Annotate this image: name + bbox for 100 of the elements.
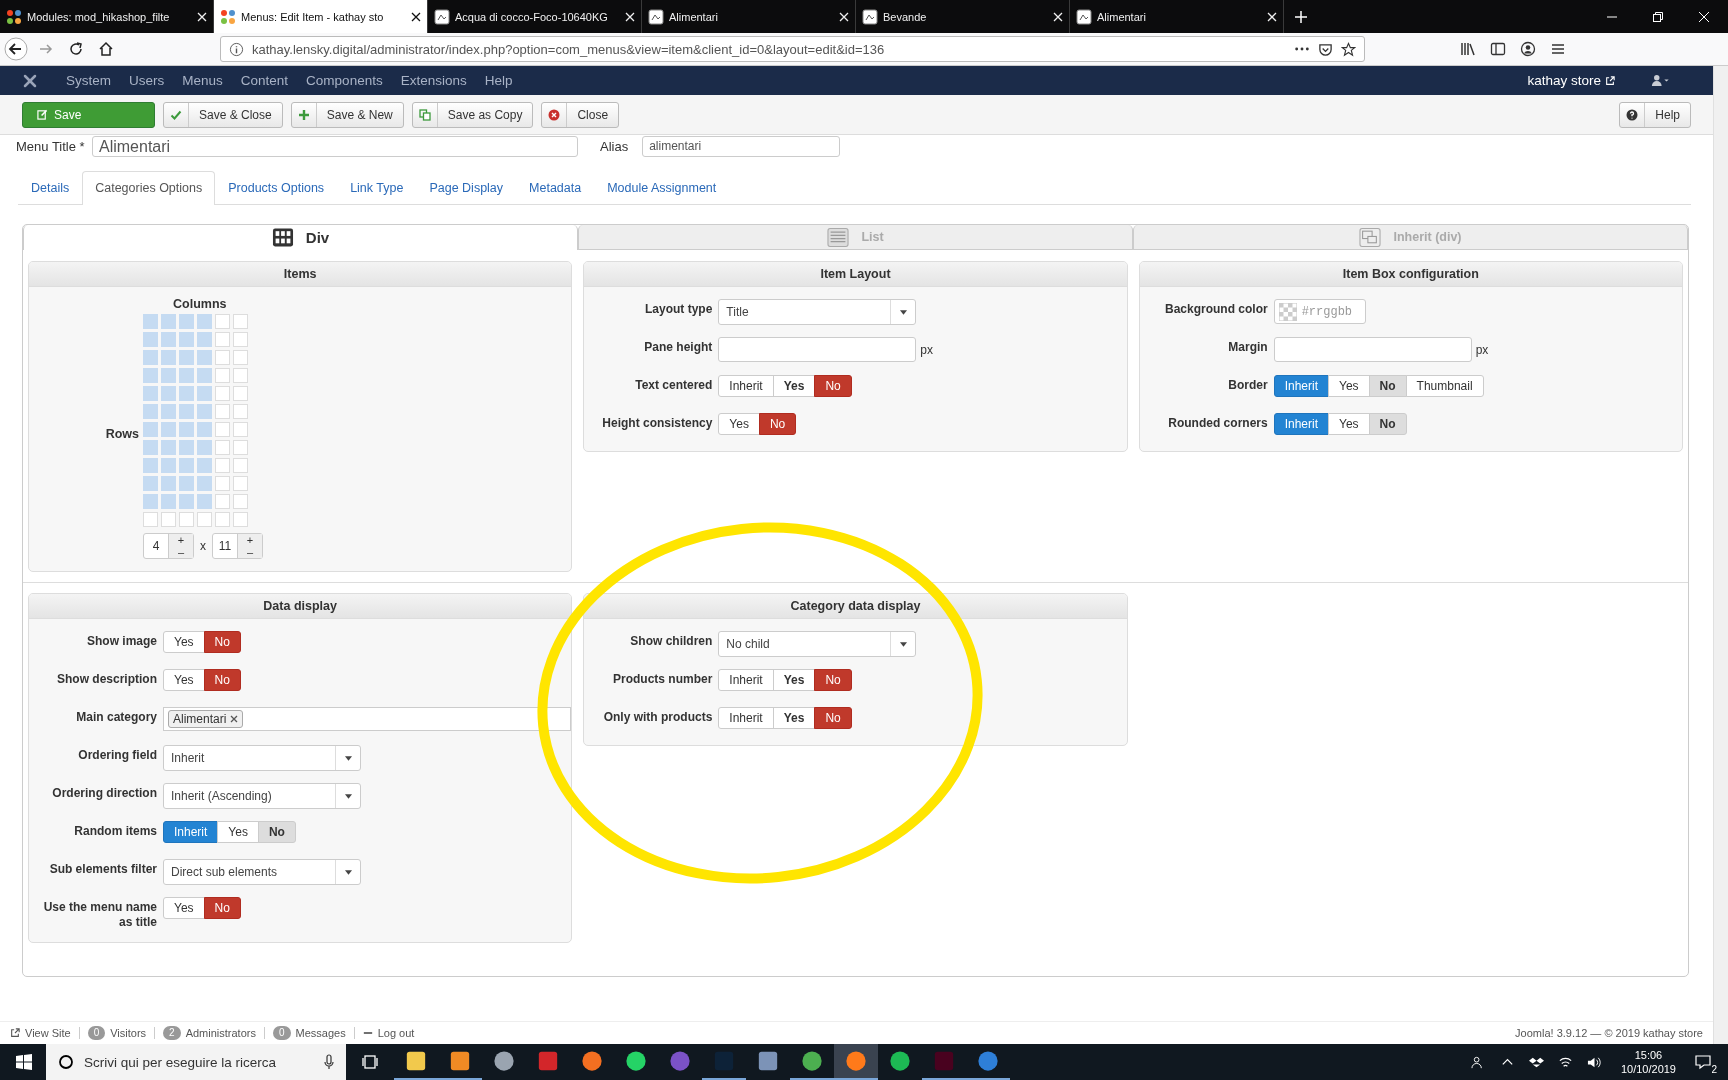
- toggle-option[interactable]: No: [814, 707, 852, 729]
- toggle-option[interactable]: No: [203, 669, 241, 691]
- tab[interactable]: Details: [18, 171, 83, 204]
- grid-cell[interactable]: [233, 386, 248, 401]
- admin-menu-item[interactable]: Components: [306, 73, 383, 88]
- grid-cell[interactable]: [143, 422, 158, 437]
- grid-cell[interactable]: [179, 314, 194, 329]
- grid-cell[interactable]: [143, 314, 158, 329]
- more-icon[interactable]: [1294, 46, 1310, 52]
- toggle-option[interactable]: Inherit: [718, 707, 774, 729]
- toolbar-button[interactable]: Close: [541, 101, 620, 128]
- grid-cell[interactable]: [161, 458, 176, 473]
- microphone-icon[interactable]: [324, 1054, 334, 1070]
- grid-cell[interactable]: [161, 512, 176, 527]
- grid-cell[interactable]: [179, 350, 194, 365]
- toggle-option[interactable]: No: [1368, 413, 1407, 435]
- select-field[interactable]: Inherit: [163, 745, 361, 771]
- grid-cell[interactable]: [179, 440, 194, 455]
- toggle-option[interactable]: Yes: [163, 669, 205, 691]
- admin-menu-item[interactable]: Help: [484, 73, 513, 88]
- grid-cell[interactable]: [161, 476, 176, 491]
- grid-cell[interactable]: [161, 350, 176, 365]
- select-field[interactable]: No child: [718, 631, 917, 657]
- grid-cell[interactable]: [143, 350, 158, 365]
- menu-title-field[interactable]: Alimentari: [92, 136, 578, 157]
- toggle-option[interactable]: Inherit: [1273, 375, 1329, 397]
- toggle-option[interactable]: Inherit: [1273, 413, 1329, 435]
- restore-icon[interactable]: [1652, 10, 1664, 23]
- grid-cell[interactable]: [143, 368, 158, 383]
- clock-time[interactable]: 15:06: [1634, 1048, 1663, 1062]
- grid-cell[interactable]: [179, 386, 194, 401]
- grid-cell[interactable]: [179, 458, 194, 473]
- status-link[interactable]: Visitors: [110, 1027, 147, 1039]
- toggle-option[interactable]: Yes: [1328, 375, 1370, 397]
- new-tab-icon[interactable]: [1294, 9, 1308, 24]
- grid-cell[interactable]: [179, 512, 194, 527]
- tab[interactable]: Categories Options: [82, 171, 216, 205]
- notification-button[interactable]: 2: [1688, 1047, 1718, 1077]
- grid-cell[interactable]: [197, 350, 212, 365]
- grid-cell[interactable]: [161, 440, 176, 455]
- windows-logo-icon[interactable]: [16, 1054, 32, 1070]
- grid-cell[interactable]: [233, 476, 248, 491]
- grid-cell[interactable]: [143, 386, 158, 401]
- tab[interactable]: Metadata: [516, 171, 595, 204]
- address-bar[interactable]: kathay.lensky.digital/administrator/index.php?option=com_menus&view=item&client_id=0&layout=edit&id=136: [220, 36, 1365, 62]
- layout-tab[interactable]: Div: [23, 225, 578, 250]
- toggle-option[interactable]: No: [203, 897, 241, 919]
- task-view-icon[interactable]: [362, 1054, 378, 1070]
- grid-cell[interactable]: [179, 368, 194, 383]
- status-link[interactable]: Administrators: [185, 1027, 256, 1039]
- grid-cell[interactable]: [197, 458, 212, 473]
- tab[interactable]: Module Assignment: [594, 171, 730, 204]
- toggle-option[interactable]: Yes: [718, 413, 760, 435]
- toggle-option[interactable]: No: [203, 631, 241, 653]
- text-input[interactable]: [718, 337, 917, 362]
- toggle-option[interactable]: Inherit: [718, 669, 774, 691]
- toggle-option[interactable]: Yes: [1328, 413, 1370, 435]
- remove-icon[interactable]: [230, 715, 239, 723]
- home-icon[interactable]: [98, 41, 114, 57]
- toggle-option[interactable]: Inherit: [718, 375, 774, 397]
- grid-cell[interactable]: [161, 314, 176, 329]
- status-link[interactable]: View Site: [25, 1027, 71, 1039]
- grid-cell[interactable]: [197, 314, 212, 329]
- grid-cell[interactable]: [233, 440, 248, 455]
- grid-cell[interactable]: [197, 368, 212, 383]
- tag[interactable]: Alimentari: [168, 710, 244, 728]
- toggle-option[interactable]: Yes: [772, 375, 816, 397]
- grid-cell[interactable]: [233, 368, 248, 383]
- grid-cell[interactable]: [233, 314, 248, 329]
- admin-menu-item[interactable]: System: [66, 73, 111, 88]
- admin-menu-item[interactable]: Extensions: [400, 73, 467, 88]
- grid-cell[interactable]: [233, 332, 248, 347]
- grid-cell[interactable]: [161, 386, 176, 401]
- joomla-logo-icon[interactable]: [22, 72, 38, 89]
- toolbar-button[interactable]: Save & Close: [163, 101, 283, 128]
- grid-cell[interactable]: [179, 476, 194, 491]
- star-icon[interactable]: [1341, 41, 1356, 57]
- grid-cell[interactable]: [233, 494, 248, 509]
- grid-cell[interactable]: [233, 404, 248, 419]
- toggle-option[interactable]: No: [814, 669, 852, 691]
- pocket-icon[interactable]: [1318, 41, 1333, 57]
- info-icon[interactable]: [229, 41, 244, 57]
- grid-cell[interactable]: [197, 476, 212, 491]
- grid-cell[interactable]: [197, 332, 212, 347]
- grid-cell[interactable]: [215, 350, 230, 365]
- tag-field[interactable]: Alimentari: [163, 707, 572, 731]
- account-icon[interactable]: [1520, 41, 1536, 57]
- admin-menu-item[interactable]: Users: [129, 73, 165, 88]
- toolbar-button[interactable]: Save & New: [290, 101, 404, 128]
- grid-cell[interactable]: [215, 314, 230, 329]
- grid-cell[interactable]: [215, 512, 230, 527]
- grid-cell[interactable]: [161, 332, 176, 347]
- help-button[interactable]: Help: [1619, 101, 1691, 128]
- toggle-option[interactable]: No: [257, 821, 296, 843]
- grid-cell[interactable]: [143, 512, 158, 527]
- grid-cell[interactable]: [179, 494, 194, 509]
- grid-cell[interactable]: [215, 368, 230, 383]
- grid-cell[interactable]: [161, 404, 176, 419]
- grid-cell[interactable]: [161, 368, 176, 383]
- library-icon[interactable]: [1460, 41, 1476, 57]
